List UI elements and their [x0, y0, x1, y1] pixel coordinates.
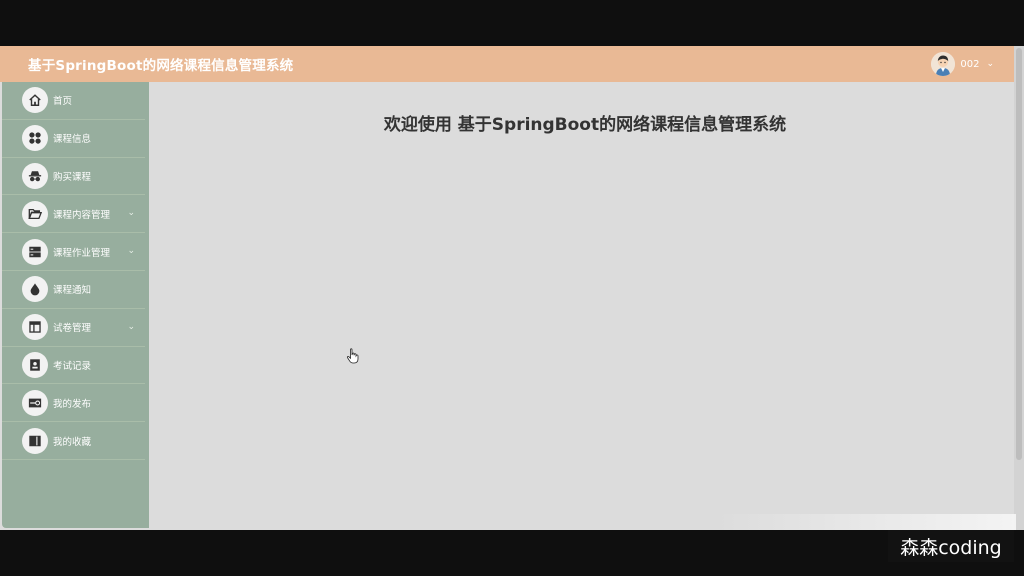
watermark-text: 森森coding	[900, 536, 1002, 559]
sidebar-item-homework[interactable]: 课程作业管理 ⌄	[2, 233, 145, 271]
sidebar-menu: 首页 课程信息 购买课程 课程内容管理 ⌄ 课程作业管理 ⌄ 课程通知 试卷管理…	[2, 82, 149, 460]
sidebar-item-label: 我的收藏	[53, 436, 92, 448]
incognito-icon	[22, 162, 48, 189]
sidebar-item-exam-record[interactable]: 考试记录	[2, 347, 145, 385]
server-icon	[22, 238, 48, 265]
layout-icon	[22, 314, 48, 341]
user-name[interactable]: 002	[960, 59, 979, 70]
home-icon	[22, 87, 48, 114]
sidebar-item-label: 试卷管理	[53, 323, 92, 335]
system-title: 基于SpringBoot的网络课程信息管理系统	[28, 58, 294, 74]
id-card-icon	[22, 351, 48, 378]
sidebar-item-label: 课程作业管理	[53, 247, 111, 259]
sidebar-item-label: 课程信息	[53, 134, 92, 146]
chevron-down-icon: ⌄	[127, 321, 135, 332]
app-window: 基于SpringBoot的网络课程信息管理系统 002 ⌄ 首页 课程信息 购买…	[0, 46, 1024, 530]
chevron-down-icon: ⌄	[127, 246, 135, 257]
user-avatar[interactable]	[931, 52, 956, 76]
video-watermark: 森森coding	[888, 530, 1014, 562]
sidebar-item-label: 课程通知	[53, 285, 92, 297]
sidebar-item-label: 考试记录	[53, 360, 92, 372]
sidebar-item-my-posts[interactable]: 我的发布	[2, 384, 145, 423]
sidebar-item-exam-paper[interactable]: 试卷管理 ⌄	[2, 309, 145, 347]
sidebar-item-home[interactable]: 首页	[2, 82, 145, 120]
letterbox-bottom	[0, 530, 1024, 576]
sidebar-item-course-info[interactable]: 课程信息	[2, 120, 145, 158]
chevron-down-icon: ⌄	[127, 208, 135, 219]
avatar-icon	[931, 52, 956, 76]
welcome-heading: 欢迎使用 基于SpringBoot的网络课程信息管理系统	[383, 115, 787, 135]
toggle-icon	[22, 389, 48, 416]
user-menu[interactable]: 002 ⌄	[931, 46, 994, 82]
main-content: 欢迎使用 基于SpringBoot的网络课程信息管理系统	[149, 82, 1014, 530]
sidebar-item-label: 我的发布	[53, 398, 92, 410]
sidebar: 首页 课程信息 购买课程 课程内容管理 ⌄ 课程作业管理 ⌄ 课程通知 试卷管理…	[2, 82, 149, 528]
sidebar-item-buy-course[interactable]: 购买课程	[2, 158, 145, 196]
sidebar-item-label: 购买课程	[53, 171, 92, 183]
book-icon	[22, 427, 48, 454]
sidebar-item-notice[interactable]: 课程通知	[2, 271, 145, 309]
folder-open-icon	[22, 200, 48, 227]
hand-cursor-icon	[346, 348, 359, 364]
sidebar-item-my-favorites[interactable]: 我的收藏	[2, 422, 145, 460]
chevron-down-icon[interactable]: ⌄	[986, 59, 994, 69]
letterbox-top	[0, 0, 1024, 46]
apps-icon	[22, 125, 48, 152]
sidebar-item-label: 课程内容管理	[53, 209, 111, 221]
drop-icon	[22, 276, 48, 303]
sidebar-item-course-content[interactable]: 课程内容管理 ⌄	[2, 195, 145, 234]
top-header: 基于SpringBoot的网络课程信息管理系统 002 ⌄	[0, 46, 1014, 82]
sidebar-item-label: 首页	[53, 96, 73, 108]
